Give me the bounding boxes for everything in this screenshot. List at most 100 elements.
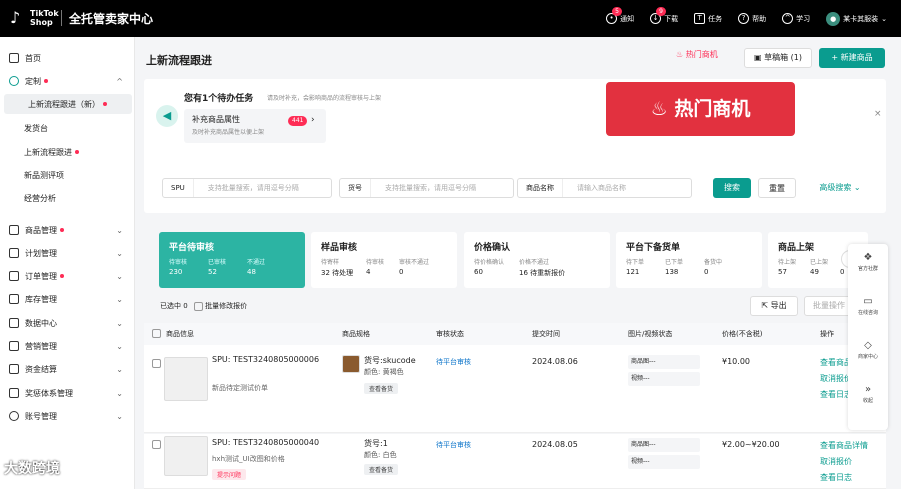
stat-title: 商品上架 [778,243,815,253]
select-all-checkbox[interactable] [152,329,161,338]
merchant-center-button[interactable]: ◇ 商家中心 [848,340,888,360]
notification-badge: 5 [612,7,622,16]
batch-modify-checkbox[interactable] [193,301,203,311]
stat-metric-value: 16 待重新报价 [519,269,566,277]
nav-learn[interactable]: ^ 学习 [782,13,810,24]
user-menu[interactable]: ● 某卡其服装 ⌄ [826,11,887,26]
stock-tag[interactable]: 查看备货 [364,464,399,475]
issue-tag[interactable]: 提示问题 [212,469,247,480]
cancel-quote-link[interactable]: 取消报价 [820,456,852,467]
hot-opportunity-banner[interactable]: ♨ 热门商机 [606,82,795,136]
sidebar-subitem-shipping[interactable]: 发货台 [0,118,135,138]
row-checkbox[interactable] [152,440,161,449]
box-icon [9,225,19,235]
sku-text: 货号:skucode [364,356,416,365]
product-name-input[interactable]: 商品名称 请输入商品名称 [517,178,692,198]
location-icon [9,76,19,86]
status-badge: 待平台审核 [436,441,471,449]
sidebar-item-finance[interactable]: 资金结算 ⌄ [0,359,135,379]
chevron-down-icon: ⌄ [116,341,123,351]
todo-subheading: 请及时补充，会影响商品的流程审核与上架 [267,95,382,102]
product-name: hxh测试_UI改图和价格 [212,455,285,463]
sidebar-subitem-review[interactable]: 新品测评项 [0,165,135,185]
video-status-select[interactable]: 视频--- [628,455,700,469]
reset-button[interactable]: 重置 [758,178,796,198]
shield-icon [9,388,19,398]
video-status-select[interactable]: 视频--- [628,372,700,386]
draft-box-button[interactable]: ▣ 草稿箱 (1) [744,48,812,68]
close-icon[interactable]: × [874,109,882,119]
panel-label: 在线咨询 [857,310,878,316]
sidebar-item-custom[interactable]: 定制 ^ [0,71,135,91]
hot-opportunity-link[interactable]: ♨ 热门商机 [676,49,718,60]
sidebar-subitem-analysis[interactable]: 经营分析 [0,188,135,208]
nav-help[interactable]: ? 帮助 [738,13,766,24]
sidebar-item-label: 新品测评项 [24,170,64,180]
sidebar-item-label: 数据中心 [25,318,57,328]
sidebar-item-account[interactable]: 账号管理 ⌄ [0,406,135,426]
sidebar-item-products[interactable]: 商品管理 ⌄ [0,220,135,240]
chat-button[interactable]: ▭ 在线咨询 [848,296,888,316]
trophy-icon: T [694,13,706,24]
field-placeholder: 支持批量搜索，请用逗号分隔 [385,184,476,192]
nav-label: 任务 [708,14,723,23]
sku-search-input[interactable]: 货号 支持批量搜索，请用逗号分隔 [339,178,514,198]
stat-card-stock-order[interactable]: 平台下备货单 待下单 121 已下单 138 备货中 0 [616,232,762,288]
nav-label: 通知 [620,14,635,23]
red-dot [60,274,64,278]
chevron-down-icon: ⌄ [116,411,123,421]
stat-card-price-confirm[interactable]: 价格确认 待价格确认 60 价格不通过 16 待重新报价 [464,232,610,288]
sidebar-item-inventory[interactable]: 库存管理 ⌄ [0,289,135,309]
image-status-select[interactable]: 商品图--- [628,355,700,369]
hot-label: 热门商机 [685,50,718,59]
column-header[interactable]: 提交时间 [532,329,560,339]
advanced-search-link[interactable]: 高级搜索 ⌄ [810,178,870,198]
draft-icon: ▣ [754,53,762,62]
logo[interactable]: ♪ TikTok Shop 全托管卖家中心 [10,8,153,28]
column-header: 价格(不含税) [722,330,763,338]
sidebar-item-rewards[interactable]: 奖惩体系管理 ⌄ [0,383,135,403]
sidebar-item-plans[interactable]: 计划管理 ⌄ [0,243,135,263]
field-key: 商品名称 [518,179,563,197]
stock-tag[interactable]: 查看备货 [364,383,399,394]
sidebar-item-orders[interactable]: 订单管理 ⌄ [0,266,135,286]
todo-card[interactable]: 补充商品属性 及时补充商品属性以便上架 441 › [184,109,326,143]
batch-action-button[interactable]: 批量操作 [804,296,854,316]
nav-tasks[interactable]: T 任务 [694,13,722,24]
table-row: SPU: TEST3240805000040 hxh测试_UI改图和价格 提示问… [144,434,886,489]
stat-card-platform-review[interactable]: 平台待审核 待审核 230 已审核 52 不通过 48 [159,232,305,288]
collapse-icon: » [864,384,872,395]
sidebar-item-data[interactable]: 数据中心 ⌄ [0,313,135,333]
sidebar-subitem-new-flow[interactable]: 上新流程跟进（新） [4,94,132,114]
nav-notifications[interactable]: • 5 通知 [606,7,635,24]
stat-metric-value: 138 [665,268,679,276]
sidebar-item-marketing[interactable]: 营销管理 ⌄ [0,336,135,356]
row-checkbox[interactable] [152,359,161,368]
stat-metric-label: 备货中 [704,259,723,266]
export-label: 导出 [770,301,787,310]
search-button[interactable]: 搜索 [713,178,751,198]
stat-metric-label: 已上架 [810,259,829,266]
stat-metric-value: 4 [366,268,371,276]
community-button[interactable]: ❖ 官方社群 [848,252,888,272]
spu-search-input[interactable]: SPU 支持批量搜索，请用逗号分隔 [162,178,332,198]
export-button[interactable]: ⇱ 导出 [750,296,798,316]
nav-download[interactable]: ↓ 9 下载 [650,7,678,24]
stat-metric-label: 待价格确认 [474,259,505,266]
sidebar-subitem-flow[interactable]: 上新流程跟进 [0,142,135,162]
sidebar-item-label: 发货台 [24,123,48,133]
sidebar-item-home[interactable]: 首页 [0,48,135,68]
stat-card-sample-review[interactable]: 样品审核 待寄样 32 待处理 待审核 4 审核不通过 0 [311,232,457,288]
product-thumbnail[interactable] [164,357,208,401]
community-icon: ❖ [863,252,873,263]
collapse-button[interactable]: » 收起 [848,384,888,404]
chevron-down-icon: ⌄ [116,364,123,374]
view-log-link[interactable]: 查看日志 [820,472,852,483]
column-header: 商品规格 [342,330,370,338]
new-product-button[interactable]: + 新建商品 [819,48,885,68]
image-status-select[interactable]: 商品图--- [628,438,700,452]
shield-icon: ◇ [864,340,872,351]
view-detail-link[interactable]: 查看商品详情 [820,440,868,451]
product-thumbnail[interactable] [164,436,208,476]
todo-card-sub: 及时补充商品属性以便上架 [192,129,265,136]
